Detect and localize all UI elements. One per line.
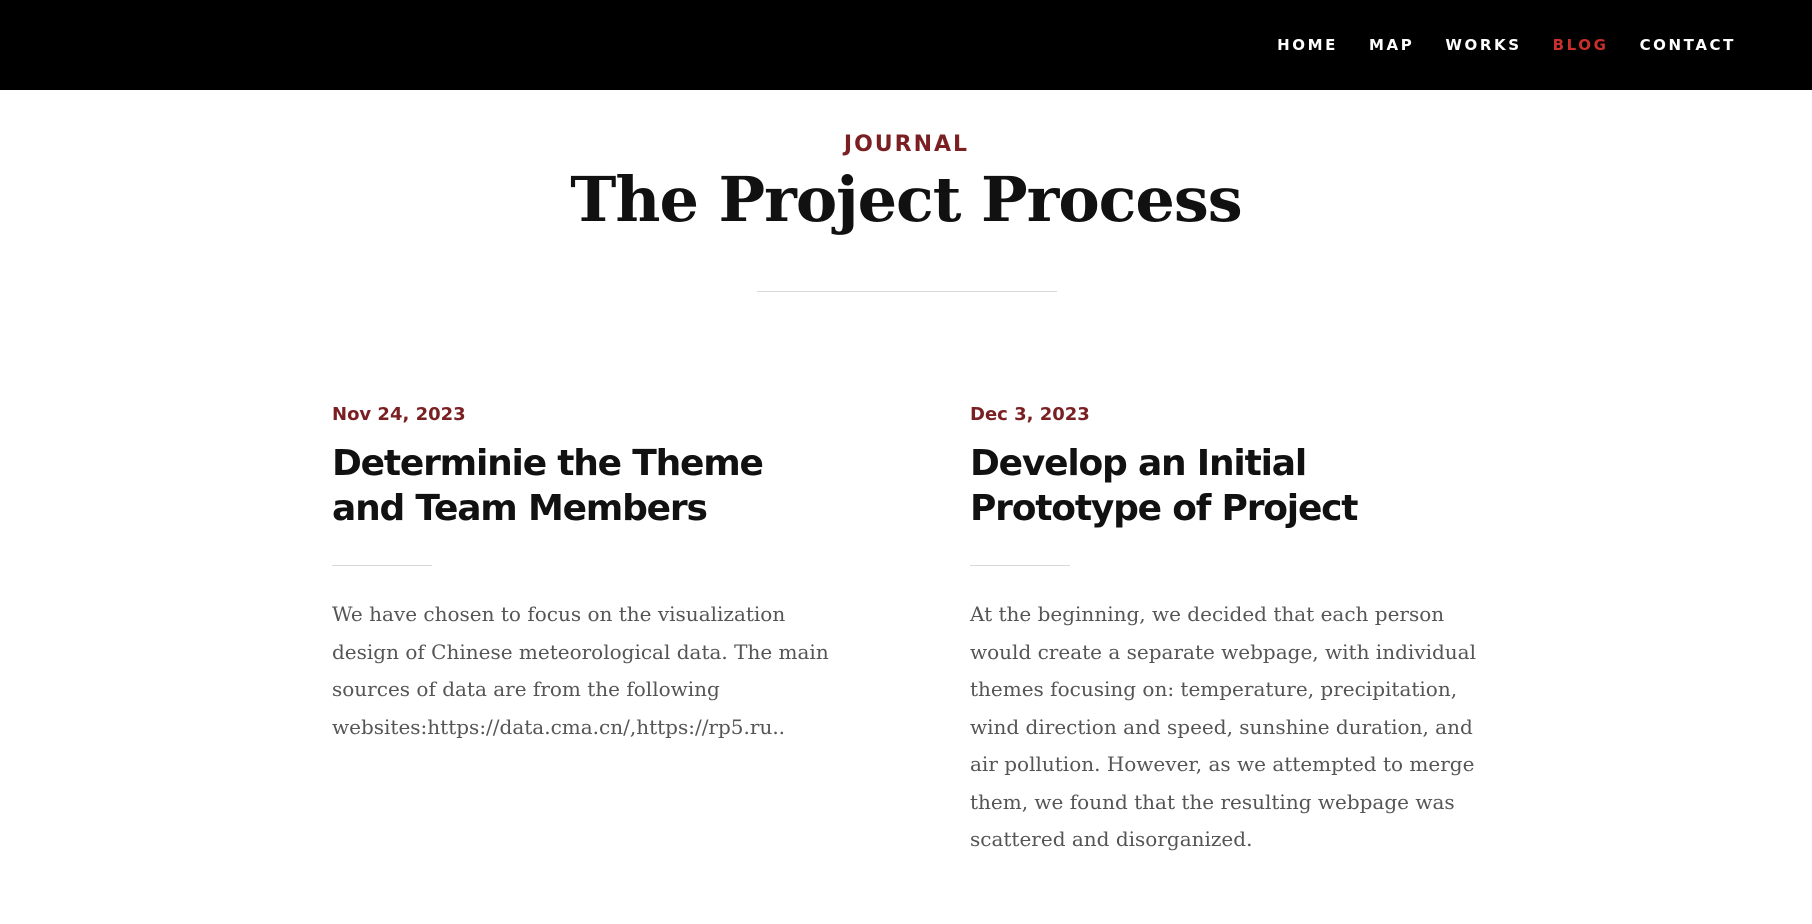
post-divider bbox=[970, 565, 1070, 566]
post-title[interactable]: Determinie the Theme and Team Members bbox=[332, 441, 812, 531]
post-excerpt: We have chosen to focus on the visualiza… bbox=[332, 602, 829, 739]
title-divider bbox=[757, 291, 1057, 292]
post-date: Nov 24, 2023 bbox=[332, 404, 466, 425]
nav-item-home[interactable]: HOME bbox=[1277, 36, 1338, 54]
blog-post: Dec 3, 2023 Develop an Initial Prototype… bbox=[970, 405, 1490, 859]
section-eyebrow: JOURNAL bbox=[843, 132, 970, 157]
main-nav: HOME MAP WORKS BLOG CONTACT bbox=[1246, 0, 1736, 90]
top-navigation-bar: HOME MAP WORKS BLOG CONTACT bbox=[0, 0, 1812, 90]
nav-item-map[interactable]: MAP bbox=[1369, 36, 1414, 54]
nav-item-blog[interactable]: BLOG bbox=[1553, 36, 1609, 54]
post-date: Dec 3, 2023 bbox=[970, 404, 1090, 425]
page-title: The Project Process bbox=[570, 163, 1242, 236]
nav-item-contact[interactable]: CONTACT bbox=[1640, 36, 1736, 54]
post-divider bbox=[332, 565, 432, 566]
nav-item-works[interactable]: WORKS bbox=[1445, 36, 1521, 54]
post-excerpt: At the beginning, we decided that each p… bbox=[970, 602, 1476, 851]
blog-post: Nov 24, 2023 Determinie the Theme and Te… bbox=[332, 405, 852, 746]
post-title[interactable]: Develop an Initial Prototype of Project bbox=[970, 441, 1450, 531]
